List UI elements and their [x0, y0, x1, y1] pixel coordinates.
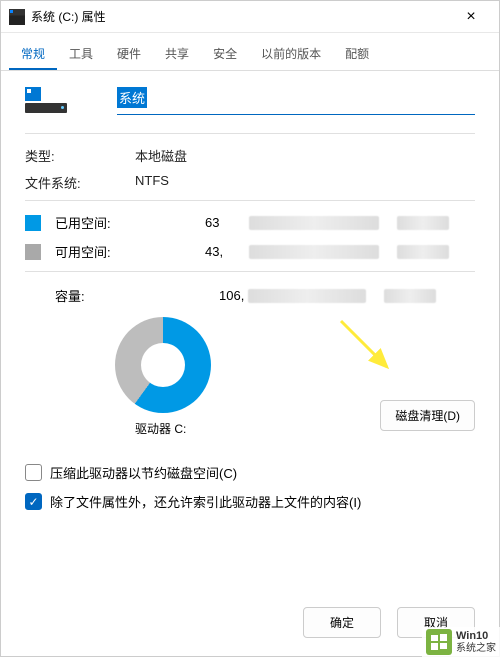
- watermark-line1: Win10: [456, 630, 496, 642]
- compress-label: 压缩此驱动器以节约磁盘空间(C): [50, 463, 237, 482]
- properties-dialog: 系统 (C:) 属性 × 常规 工具 硬件 共享 安全 以前的版本 配额 系统 …: [0, 0, 500, 657]
- divider: [25, 200, 475, 201]
- capacity-row: 容量: 106,: [25, 286, 475, 305]
- drive-name-value: 系统: [117, 87, 147, 108]
- used-swatch-icon: [25, 215, 41, 231]
- free-space-label: 可用空间:: [55, 242, 135, 261]
- filesystem-label: 文件系统:: [25, 173, 135, 192]
- redacted-value: [384, 289, 436, 303]
- used-space-prefix: 63: [205, 215, 245, 230]
- name-row: 系统: [25, 87, 475, 115]
- redacted-value: [397, 216, 449, 230]
- used-space-label: 已用空间:: [55, 213, 135, 232]
- drive-large-icon: [25, 87, 67, 113]
- tab-quota[interactable]: 配额: [333, 39, 381, 70]
- index-checkbox-row: ✓ 除了文件属性外，还允许索引此驱动器上文件的内容(I): [25, 492, 475, 511]
- watermark-text: Win10 系统之家: [456, 630, 496, 653]
- type-label: 类型:: [25, 146, 135, 165]
- redacted-value: [249, 216, 379, 230]
- usage-pie-chart: [115, 317, 211, 413]
- pie-label: 驱动器 C:: [135, 420, 186, 437]
- filesystem-row: 文件系统: NTFS: [25, 173, 475, 192]
- window-title: 系统 (C:) 属性: [31, 8, 451, 25]
- divider: [25, 133, 475, 134]
- watermark-logo-icon: [426, 629, 452, 655]
- divider: [25, 271, 475, 272]
- drive-name-input[interactable]: 系统: [117, 87, 475, 115]
- type-row: 类型: 本地磁盘: [25, 146, 475, 165]
- type-value: 本地磁盘: [135, 146, 187, 165]
- tab-content: 系统 类型: 本地磁盘 文件系统: NTFS 已用空间: 63 可用空间: 43…: [1, 71, 499, 595]
- watermark-line2: 系统之家: [456, 643, 496, 654]
- free-swatch-icon: [25, 244, 41, 260]
- compress-checkbox[interactable]: [25, 464, 42, 481]
- free-space-row: 可用空间: 43,: [25, 242, 475, 261]
- filesystem-value: NTFS: [135, 173, 169, 192]
- tab-sharing[interactable]: 共享: [153, 39, 201, 70]
- redacted-value: [249, 245, 379, 259]
- tab-general[interactable]: 常规: [9, 39, 57, 70]
- tab-hardware[interactable]: 硬件: [105, 39, 153, 70]
- ok-button[interactable]: 确定: [303, 607, 381, 638]
- usage-chart-section: 驱动器 C: 磁盘清理(D): [25, 317, 475, 413]
- close-button[interactable]: ×: [451, 3, 491, 31]
- free-space-prefix: 43,: [205, 244, 245, 259]
- index-label: 除了文件属性外，还允许索引此驱动器上文件的内容(I): [50, 492, 361, 511]
- capacity-label: 容量:: [55, 286, 135, 305]
- tab-previous-versions[interactable]: 以前的版本: [249, 39, 333, 70]
- compress-checkbox-row: 压缩此驱动器以节约磁盘空间(C): [25, 463, 475, 482]
- titlebar: 系统 (C:) 属性 ×: [1, 1, 499, 33]
- disk-cleanup-button[interactable]: 磁盘清理(D): [380, 400, 475, 431]
- watermark: Win10 系统之家: [422, 627, 500, 657]
- redacted-value: [397, 245, 449, 259]
- annotation-arrow-icon: [333, 313, 403, 383]
- index-checkbox[interactable]: ✓: [25, 493, 42, 510]
- used-space-row: 已用空间: 63: [25, 213, 475, 232]
- capacity-prefix: 106,: [219, 288, 244, 303]
- tab-security[interactable]: 安全: [201, 39, 249, 70]
- drive-icon: [9, 9, 25, 25]
- tab-tools[interactable]: 工具: [57, 39, 105, 70]
- redacted-value: [248, 289, 366, 303]
- tab-strip: 常规 工具 硬件 共享 安全 以前的版本 配额: [1, 33, 499, 71]
